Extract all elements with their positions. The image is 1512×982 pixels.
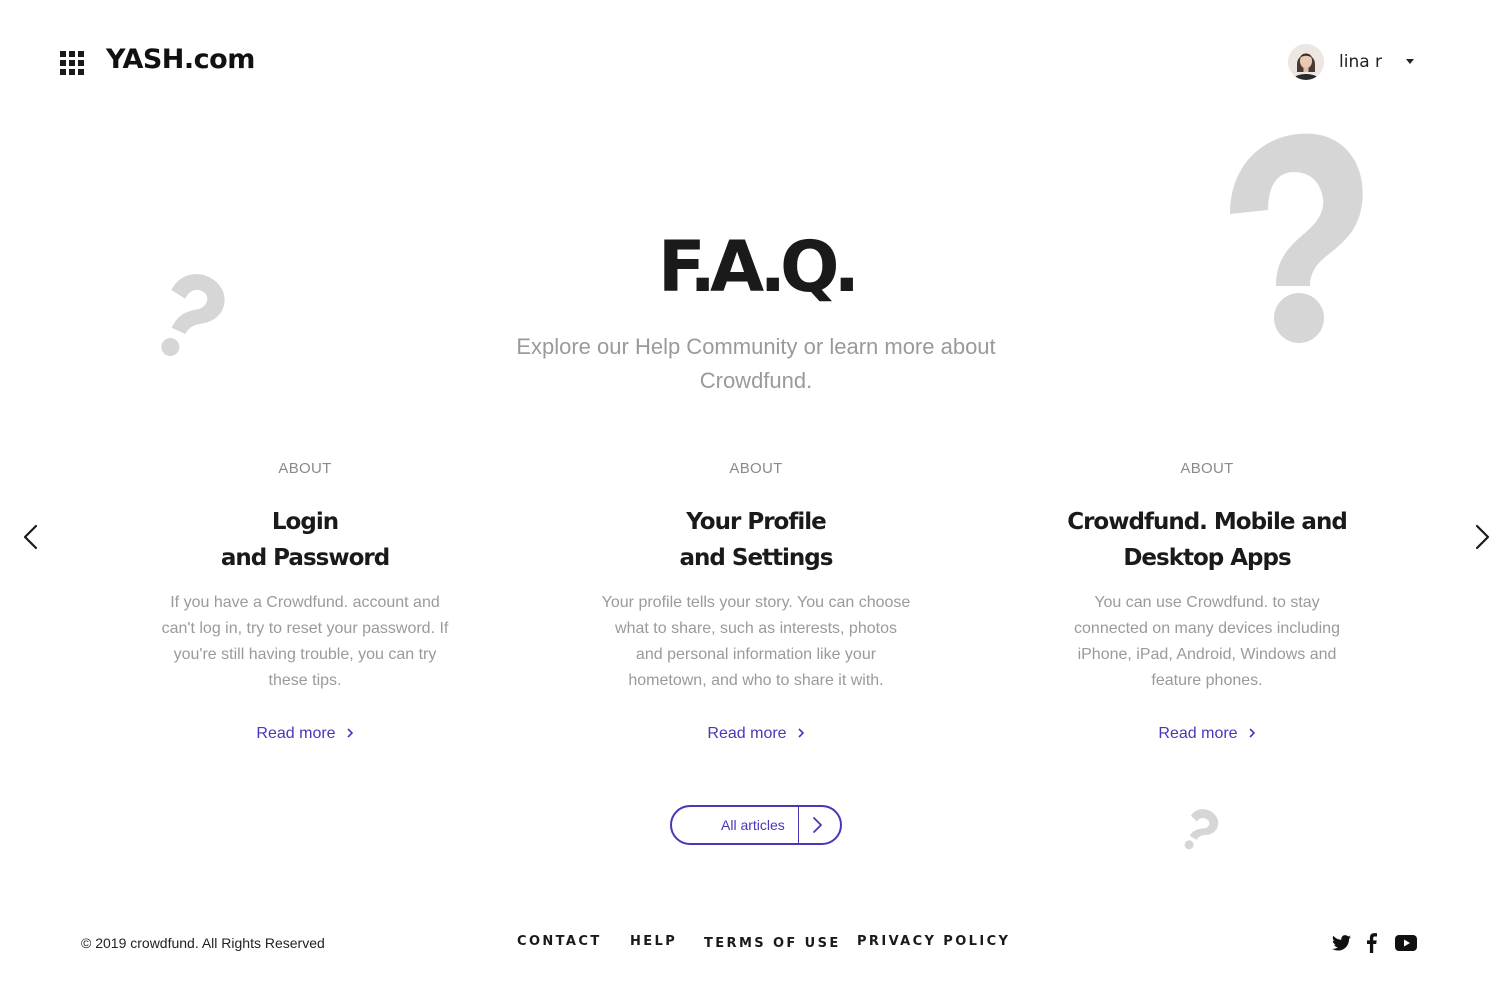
grid-menu-icon[interactable] [60, 51, 84, 75]
card-title-line2: and Settings [679, 545, 834, 571]
footer-link-terms[interactable]: TERMS OF USE [704, 936, 841, 951]
brand-logo[interactable]: YASH.com [106, 44, 255, 75]
user-name: lina r [1339, 52, 1383, 72]
chevron-right-icon [813, 817, 822, 833]
chevron-right-icon [347, 728, 353, 738]
footer-link-privacy[interactable]: PRIVACY POLICY [857, 934, 1010, 949]
card-kicker: ABOUT [1180, 460, 1234, 477]
chevron-left-icon[interactable] [18, 522, 46, 552]
facebook-icon[interactable] [1366, 933, 1377, 953]
question-mark-decoration-bottom [1184, 809, 1219, 850]
avatar[interactable] [1288, 44, 1324, 80]
card-kicker: ABOUT [729, 460, 783, 477]
faq-card-apps: ABOUT Crowdfund. Mobile and Desktop Apps… [1041, 460, 1373, 743]
all-articles-label: All articles [721, 817, 785, 833]
read-more-link[interactable]: Read more [256, 725, 353, 743]
read-more-label: Read more [707, 725, 787, 742]
card-body: Your profile tells your story. You can c… [601, 594, 911, 689]
card-title-line1: Your Profile [686, 509, 826, 535]
card-title: Crowdfund. Mobile and Desktop Apps [1041, 504, 1373, 576]
read-more-label: Read more [256, 725, 336, 742]
caret-down-icon[interactable] [1406, 59, 1414, 64]
copyright: © 2019 crowdfund. All Rights Reserved [81, 935, 325, 951]
card-body: You can use Crowdfund. to stay connected… [1074, 594, 1340, 689]
youtube-icon[interactable] [1395, 935, 1417, 951]
footer-link-help[interactable]: HELP [630, 934, 677, 949]
footer: © 2019 crowdfund. All Rights Reserved CO… [0, 900, 1512, 982]
card-title-line2: and Password [220, 545, 390, 571]
card-title-line1: Login [271, 509, 339, 535]
page-title: F.A.Q. [657, 226, 860, 308]
footer-link-contact[interactable]: CONTACT [517, 934, 602, 949]
card-title-line1: Crowdfund. Mobile and [1067, 509, 1348, 535]
faq-card-profile: ABOUT Your Profile and Settings Your pro… [591, 460, 921, 743]
all-articles-button[interactable]: All articles [670, 805, 842, 845]
card-body: If you have a Crowdfund. account and can… [161, 594, 449, 689]
card-kicker: ABOUT [278, 460, 332, 477]
button-divider [798, 807, 799, 843]
twitter-icon[interactable] [1332, 935, 1351, 951]
chevron-right-icon [798, 728, 804, 738]
read-more-link[interactable]: Read more [1158, 725, 1255, 743]
chevron-right-icon [1249, 728, 1255, 738]
faq-card-login: ABOUT Login and Password If you have a C… [140, 460, 470, 743]
chevron-right-icon[interactable] [1468, 522, 1496, 552]
card-title-line2: Desktop Apps [1123, 545, 1291, 571]
header: YASH.com lina r [0, 0, 1512, 124]
read-more-label: Read more [1158, 725, 1238, 742]
card-title: Your Profile and Settings [591, 504, 921, 576]
user-menu[interactable]: lina r [1288, 44, 1428, 80]
page-subtitle: Explore our Help Community or learn more… [516, 334, 996, 393]
card-title: Login and Password [140, 504, 470, 576]
read-more-link[interactable]: Read more [707, 725, 804, 743]
